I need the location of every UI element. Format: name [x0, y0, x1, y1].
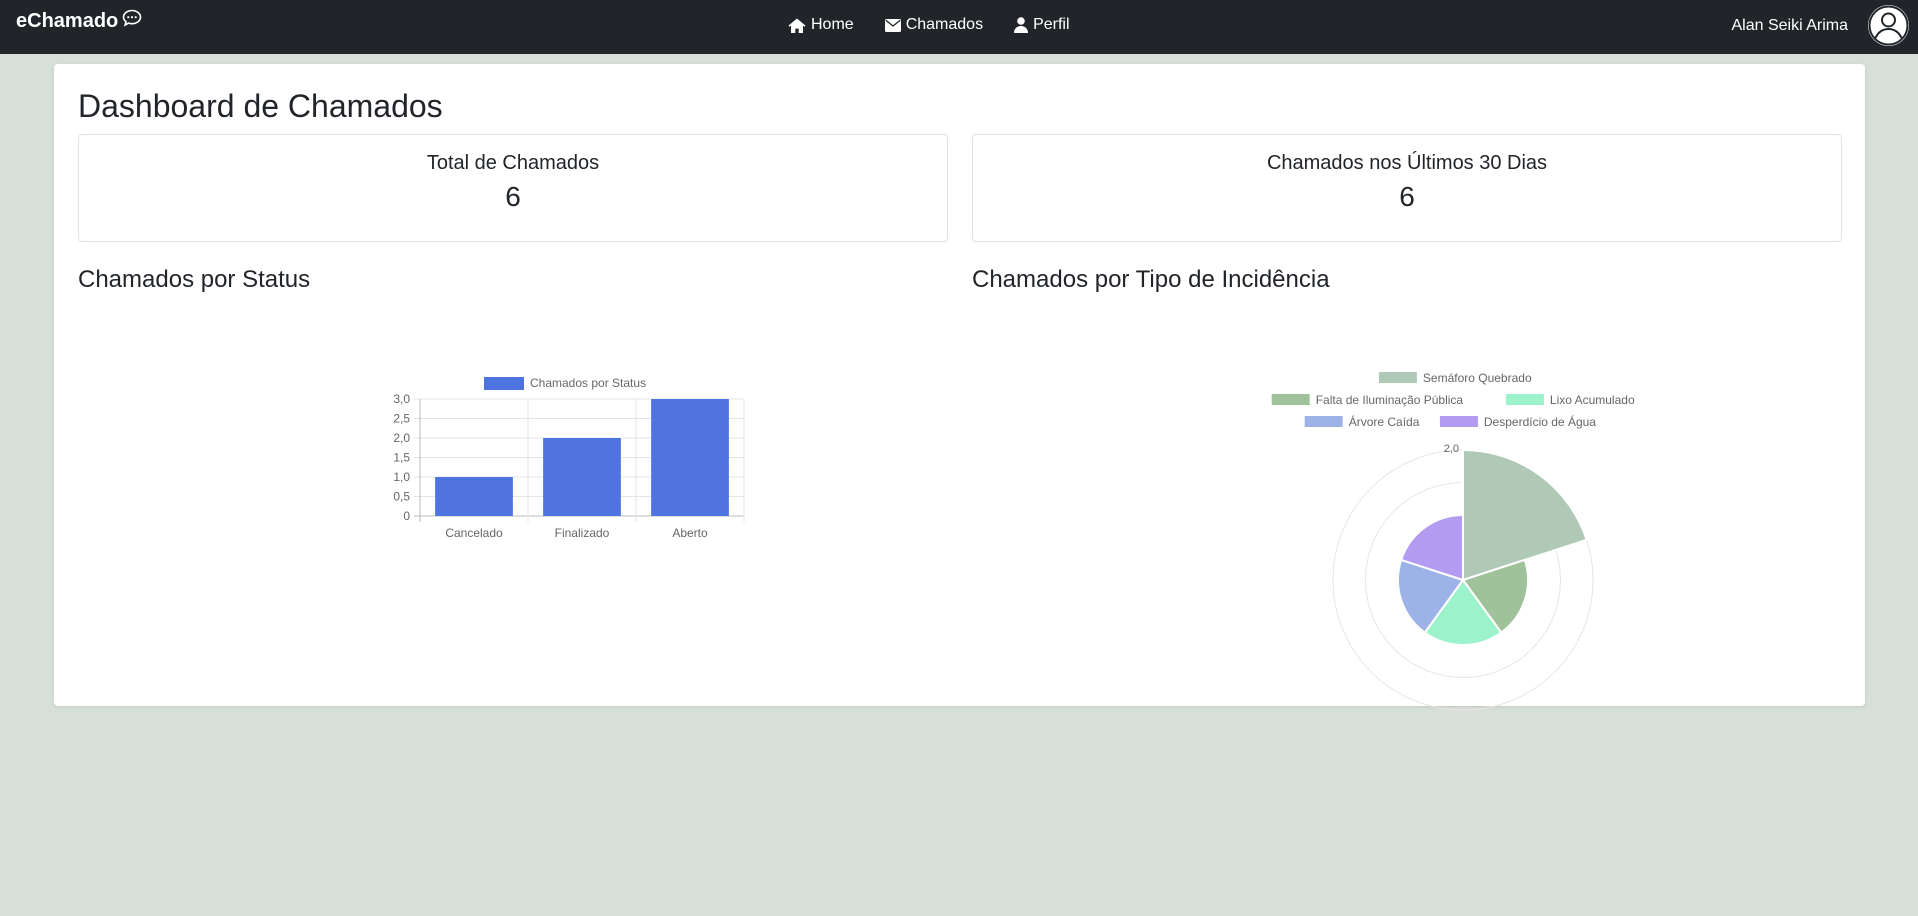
- bar: [543, 438, 621, 516]
- legend-swatch: [1439, 416, 1478, 427]
- chat-bubble-icon: [122, 9, 142, 27]
- bar: [435, 477, 513, 516]
- stat-label-total: Total de Chamados: [426, 152, 600, 174]
- nav-link-chamados[interactable]: Chamados: [884, 16, 984, 34]
- legend-label: Semáforo Quebrado: [1423, 371, 1532, 385]
- y-tick-label: 0,5: [393, 490, 410, 504]
- user-name[interactable]: Alan Seiki Arima: [1732, 17, 1849, 35]
- stat-value-total: 6: [505, 181, 521, 212]
- legend-swatch: [1304, 416, 1343, 427]
- legend-swatch: [1505, 394, 1544, 405]
- dashboard-card: Dashboard de Chamados Total de Chamados …: [54, 64, 1865, 711]
- stat-card-last-30-days: Chamados nos Últimos 30 Dias 6: [972, 134, 1842, 242]
- x-tick-label: Aberto: [672, 526, 708, 540]
- legend-swatch: [1271, 394, 1310, 405]
- y-tick-label: 1,0: [393, 470, 410, 484]
- page-title: Dashboard de Chamados: [78, 88, 443, 124]
- legend-label: Árvore Caída: [1349, 414, 1420, 429]
- legend-label: Chamados por Status: [530, 376, 646, 390]
- type-polar-area-chart: Semáforo Quebrado Falta de Iluminação Púb…: [1271, 371, 1635, 711]
- user-icon: [1014, 17, 1029, 33]
- x-tick-label: Cancelado: [445, 526, 503, 540]
- bar: [651, 399, 729, 516]
- legend-label: Desperdício de Água: [1484, 414, 1596, 429]
- nav-link-home[interactable]: Home: [788, 16, 854, 34]
- navbar: eChamado Home Chamados Perfil Alan Seiki…: [0, 0, 1918, 54]
- y-tick-label: 0: [403, 509, 410, 523]
- type-chart-title: Chamados por Tipo de Incidência: [972, 266, 1330, 293]
- status-bar-chart: Chamados por Status 0 0,5 1,0 1,5 2,0 2,5 3,0 Ca…: [393, 376, 745, 540]
- legend-swatch: [1378, 372, 1417, 383]
- avatar[interactable]: [1868, 5, 1909, 46]
- stat-card-total: Total de Chamados 6: [78, 134, 948, 242]
- y-tick-label: 2,0: [393, 431, 410, 445]
- y-tick-label: 1,5: [393, 451, 410, 465]
- radial-tick-label: 2,0: [1444, 443, 1459, 455]
- home-icon: [788, 18, 806, 33]
- nav-link-perfil-label: Perfil: [1033, 16, 1070, 33]
- y-tick-label: 3,0: [393, 392, 410, 406]
- envelope-icon: [884, 18, 901, 32]
- stat-value-last-30-days: 6: [1399, 181, 1415, 212]
- status-chart-title: Chamados por Status: [78, 266, 311, 293]
- brand-link[interactable]: eChamado: [16, 9, 142, 33]
- stat-label-last-30-days: Chamados nos Últimos 30 Dias: [1266, 152, 1548, 174]
- y-tick-label: 2,5: [393, 412, 410, 426]
- nav-link-perfil[interactable]: Perfil: [1014, 16, 1070, 34]
- nav-link-chamados-label: Chamados: [905, 16, 984, 33]
- legend-label: Lixo Acumulado: [1550, 393, 1635, 407]
- user-avatar-icon: [1868, 5, 1909, 46]
- brand-name: eChamado: [16, 10, 119, 32]
- legend-swatch: [484, 377, 524, 390]
- x-tick-label: Finalizado: [555, 526, 610, 540]
- nav-link-home-label: Home: [811, 16, 854, 33]
- legend-label: Falta de Iluminação Pública: [1316, 393, 1464, 407]
- nav-links: Home Chamados Perfil: [788, 16, 1070, 34]
